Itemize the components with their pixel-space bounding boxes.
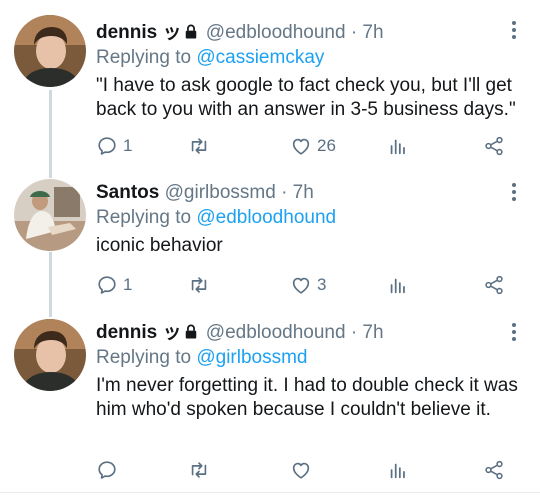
share-button[interactable] [483, 457, 505, 483]
mention-link[interactable]: @cassiemckay [196, 47, 324, 68]
retweet-button[interactable] [188, 272, 215, 298]
avatar-photo [14, 15, 86, 87]
like-icon [290, 274, 312, 296]
reply-icon [96, 135, 118, 157]
tweet-actions: 1 26 [96, 133, 516, 159]
analytics-icon [387, 459, 409, 481]
like-count: 26 [317, 136, 336, 155]
avatar[interactable] [14, 15, 86, 87]
replying-to: Replying to @edbloodhound [96, 206, 524, 230]
share-button[interactable] [483, 133, 505, 159]
lock-icon [184, 23, 198, 40]
tweet-header: Santos @girlbossmd · 7h [96, 181, 524, 205]
like-button[interactable]: 3 [290, 272, 326, 298]
replying-to: Replying to @cassiemckay [96, 46, 524, 70]
timestamp[interactable]: · 7h [281, 182, 314, 203]
reply-button[interactable] [96, 457, 123, 483]
retweet-button[interactable] [188, 457, 215, 483]
like-button[interactable] [290, 457, 317, 483]
analytics-icon [387, 274, 409, 296]
user-handle[interactable]: @edbloodhound [206, 322, 346, 343]
retweet-icon [188, 135, 210, 157]
tweet[interactable]: dennis ッ @edbloodhound · 7h Replying to … [0, 316, 540, 496]
tweet-text: iconic behavior [96, 235, 223, 256]
more-options-icon[interactable] [508, 19, 520, 41]
timestamp[interactable]: · 7h [351, 22, 384, 43]
like-icon [290, 135, 312, 157]
tweet-actions [96, 457, 516, 483]
analytics-button[interactable] [387, 272, 409, 298]
share-icon [483, 274, 505, 296]
like-icon [290, 459, 312, 481]
like-button[interactable]: 26 [290, 133, 336, 159]
reply-icon [96, 274, 118, 296]
avatar[interactable] [14, 179, 86, 251]
retweet-button[interactable] [188, 133, 215, 159]
bottom-divider [0, 492, 540, 493]
tweet-header: dennis ッ @edbloodhound · 7h [96, 21, 524, 45]
tweet-header: dennis ッ @edbloodhound · 7h [96, 321, 524, 345]
tweet-text: "I have to ask google to fact check you,… [96, 75, 516, 120]
share-icon [483, 135, 505, 157]
share-button[interactable] [483, 272, 505, 298]
reply-count: 1 [123, 136, 133, 155]
retweet-icon [188, 459, 210, 481]
analytics-button[interactable] [387, 133, 409, 159]
retweet-icon [188, 274, 210, 296]
reply-button[interactable]: 1 [96, 133, 132, 159]
reply-button[interactable]: 1 [96, 272, 132, 298]
reply-count: 1 [123, 275, 133, 294]
avatar-photo [14, 319, 86, 391]
more-options-icon[interactable] [508, 181, 520, 203]
lock-icon [184, 323, 198, 340]
more-options-icon[interactable] [508, 321, 520, 343]
replying-to-label: Replying to [96, 47, 197, 68]
mention-link[interactable]: @edbloodhound [196, 207, 336, 228]
tweet[interactable]: Santos @girlbossmd · 7h Replying to @edb… [0, 176, 540, 306]
avatar[interactable] [14, 319, 86, 391]
analytics-button[interactable] [387, 457, 409, 483]
timestamp[interactable]: · 7h [351, 322, 384, 343]
display-name[interactable]: Santos [96, 182, 159, 203]
user-handle[interactable]: @girlbossmd [165, 182, 276, 203]
tweet[interactable]: dennis ッ @edbloodhound · 7h Replying to … [0, 0, 540, 180]
replying-to-label: Replying to [96, 347, 197, 368]
avatar-photo [14, 179, 86, 251]
mention-link[interactable]: @girlbossmd [196, 347, 307, 368]
replying-to: Replying to @girlbossmd [96, 346, 524, 370]
reply-icon [96, 459, 118, 481]
tweet-actions: 1 3 [96, 272, 516, 298]
analytics-icon [387, 135, 409, 157]
share-icon [483, 459, 505, 481]
display-name[interactable]: dennis ッ [96, 322, 182, 343]
replying-to-label: Replying to [96, 207, 197, 228]
tweet-text: I'm never forgetting it. I had to double… [96, 375, 518, 420]
user-handle[interactable]: @edbloodhound [206, 22, 346, 43]
like-count: 3 [317, 275, 327, 294]
display-name[interactable]: dennis ッ [96, 22, 182, 43]
